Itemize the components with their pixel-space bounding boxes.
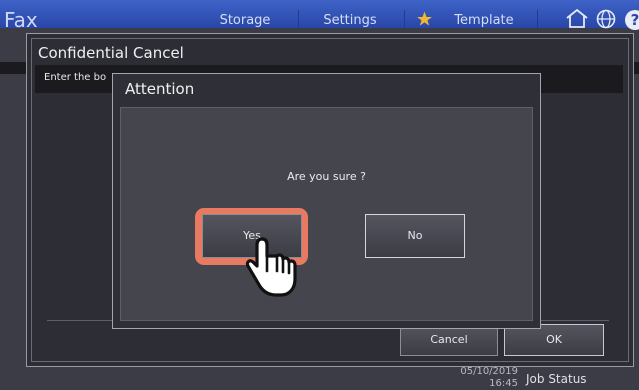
date-time: 05/10/2019 16:45 (460, 366, 518, 390)
instruction-text: Enter the bo (44, 72, 107, 83)
star-icon[interactable] (416, 11, 433, 27)
attention-body: Are you sure ? Yes No (120, 107, 533, 321)
date-text: 05/10/2019 (460, 366, 518, 377)
no-button[interactable]: No (365, 214, 465, 258)
tab-storage[interactable]: Storage (197, 13, 293, 28)
background-strip (0, 62, 26, 74)
top-bar: Fax Storage Settings Template ? (0, 0, 639, 32)
dialog-title: Confidential Cancel (38, 44, 184, 62)
background-strip (634, 62, 639, 74)
time-text: 16:45 (489, 378, 518, 389)
tab-divider (537, 10, 538, 28)
tab-divider (404, 10, 405, 28)
globe-icon[interactable] (596, 9, 616, 29)
job-status-button[interactable]: Job Status (526, 372, 587, 386)
help-icon[interactable]: ? (625, 10, 639, 30)
tab-settings[interactable]: Settings (302, 13, 398, 28)
tab-divider (298, 10, 299, 28)
pointing-hand-icon (245, 237, 297, 297)
attention-dialog: Attention Are you sure ? Yes No (112, 73, 541, 329)
home-icon[interactable] (565, 8, 589, 28)
confirm-question: Are you sure ? (287, 170, 366, 183)
attention-title: Attention (125, 80, 195, 98)
tab-template[interactable]: Template (439, 13, 529, 28)
screen: Fax Storage Settings Template ? Confiden… (0, 0, 639, 390)
app-title: Fax (4, 8, 38, 32)
